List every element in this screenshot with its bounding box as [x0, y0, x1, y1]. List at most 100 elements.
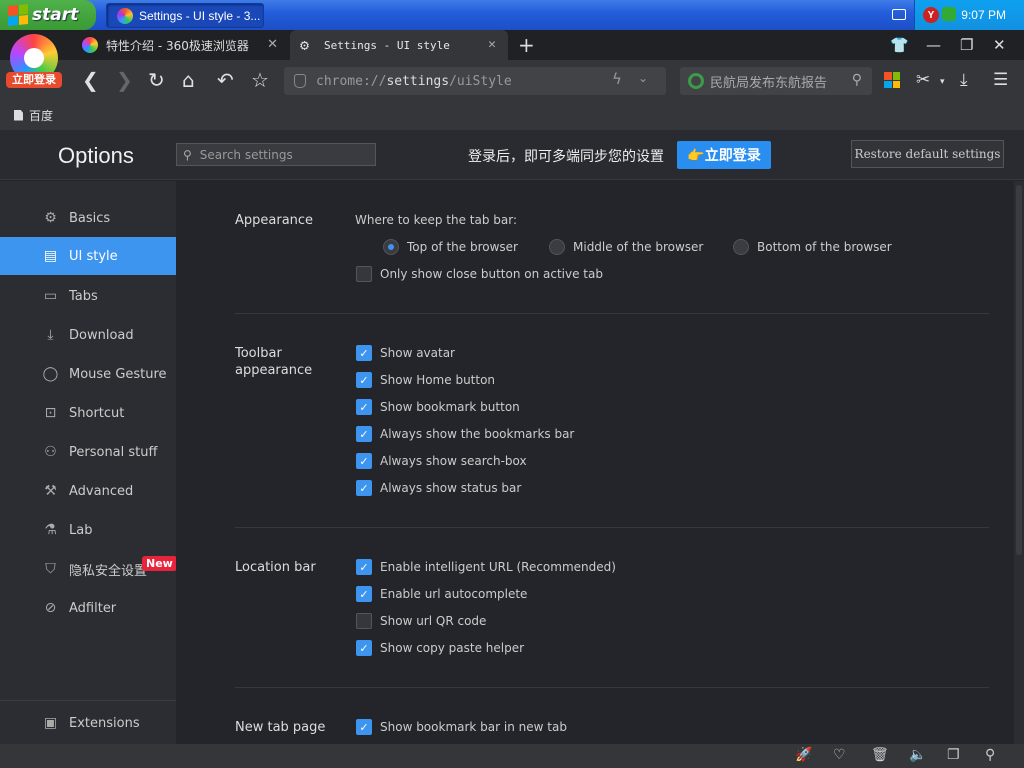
sidebar-item-shortcut[interactable]: ⊡ Shortcut [0, 394, 176, 432]
shortcut-icon: ⊡ [44, 405, 57, 421]
home-icon[interactable]: ⌂ [182, 68, 195, 92]
option-show-home-button[interactable]: ✓ Show Home button [356, 372, 495, 388]
option-close-button-active-tab[interactable]: Only show close button on active tab [356, 266, 603, 282]
login-button[interactable]: 👉立即登录 [677, 141, 771, 169]
address-bar[interactable]: chrome://settings/uiStyle [284, 67, 666, 95]
tray-network-icon[interactable] [942, 7, 956, 21]
heart-rate-icon[interactable]: ♡ [833, 747, 846, 763]
rocket-icon[interactable]: 🚀 [795, 747, 812, 763]
download-icon[interactable]: ⤓ [960, 70, 968, 90]
mouse-icon: ◯ [42, 366, 59, 382]
sidebar-item-adfilter[interactable]: ⊘ Adfilter [0, 589, 176, 627]
sidebar-item-ui-style[interactable]: ▤ UI style [0, 237, 176, 275]
checkbox[interactable]: ✓ [356, 372, 372, 388]
radio-tabbar-top[interactable]: Top of the browser [383, 239, 518, 255]
taskbar-window-button[interactable]: Settings - UI style - 3... [106, 3, 264, 28]
user-avatar[interactable]: 立即登录 [6, 34, 62, 90]
close-tab-icon[interactable]: ✕ [488, 37, 496, 52]
option-url-autocomplete[interactable]: ✓ Enable url autocomplete [356, 586, 527, 602]
option-show-avatar[interactable]: ✓ Show avatar [356, 345, 455, 361]
close-window-icon[interactable]: ✕ [993, 36, 1006, 54]
section-title-location-bar: Location bar [235, 560, 316, 575]
browser-logo-icon [82, 37, 98, 53]
back-icon[interactable]: ❮ [82, 68, 99, 92]
lightning-icon[interactable]: ϟ [612, 70, 622, 88]
sidebar-item-privacy[interactable]: ⛉ 隐私安全设置 New [0, 550, 177, 588]
window-icon[interactable]: ❐ [947, 747, 960, 763]
skin-icon[interactable]: 👕 [890, 36, 909, 54]
restore-icon[interactable]: ❐ [960, 36, 973, 54]
undo-icon[interactable]: ↶ [217, 68, 234, 92]
checkbox[interactable]: ✓ [356, 640, 372, 656]
option-show-bookmarks-bar[interactable]: ✓ Always show the bookmarks bar [356, 426, 574, 442]
section-divider [235, 527, 989, 528]
checkbox-label: Show url QR code [380, 614, 487, 628]
flask-icon: ⚗ [44, 522, 57, 538]
option-show-search-box[interactable]: ✓ Always show search-box [356, 453, 527, 469]
option-copy-paste-helper[interactable]: ✓ Show copy paste helper [356, 640, 524, 656]
radio-tabbar-middle[interactable]: Middle of the browser [549, 239, 703, 255]
sidebar-item-label: Personal stuff [69, 444, 158, 460]
gear-icon: ⚙ [44, 210, 57, 226]
sidebar-item-basics[interactable]: ⚙ Basics [0, 199, 176, 237]
trash-icon[interactable]: 🗑 [871, 747, 889, 763]
radio-button[interactable] [383, 239, 399, 255]
close-tab-icon[interactable]: ✕ [267, 37, 278, 52]
checkbox[interactable]: ✓ [356, 399, 372, 415]
radio-tabbar-bottom[interactable]: Bottom of the browser [733, 239, 892, 255]
checkbox[interactable]: ✓ [356, 586, 372, 602]
search-box[interactable]: 民航局发布东航报告 ⚲ [680, 67, 872, 95]
sidebar-item-extensions[interactable]: ▣ Extensions [0, 704, 176, 742]
option-intelligent-url[interactable]: ✓ Enable intelligent URL (Recommended) [356, 559, 616, 575]
settings-search-input[interactable]: ⚲ Search settings [176, 143, 376, 166]
sidebar-item-lab[interactable]: ⚗ Lab [0, 511, 176, 549]
checkbox[interactable]: ✓ [356, 345, 372, 361]
radio-button[interactable] [549, 239, 565, 255]
bookmark-baidu[interactable]: 百度 [29, 107, 53, 124]
speaker-icon[interactable]: 🔈 [909, 747, 926, 763]
search-icon[interactable]: ⚲ [852, 72, 862, 88]
section-title-appearance: Appearance [235, 213, 314, 228]
content-scrollbar[interactable] [1014, 181, 1024, 744]
caret-down-icon[interactable]: ▾ [940, 77, 945, 87]
checkbox[interactable]: ✓ [356, 719, 372, 735]
keyboard-icon[interactable] [892, 9, 906, 20]
sidebar-item-personal-stuff[interactable]: ⚇ Personal stuff [0, 433, 176, 471]
option-bookmark-bar-new-tab[interactable]: ✓ Show bookmark bar in new tab [356, 719, 567, 735]
start-button[interactable]: start [0, 0, 96, 30]
tab-features[interactable]: 特性介绍 - 360极速浏览器 ✕ [72, 30, 290, 60]
apps-icon[interactable] [884, 72, 900, 88]
forward-icon[interactable]: ❯ [116, 68, 133, 92]
radio-button[interactable] [733, 239, 749, 255]
new-tab-button[interactable]: + [518, 33, 535, 57]
scissors-icon[interactable]: ✂ [916, 70, 930, 90]
window-icon: ▤ [43, 248, 58, 264]
menu-icon[interactable]: ☰ [993, 70, 1008, 90]
checkbox[interactable] [356, 266, 372, 282]
gear-icon: ⚙ [300, 36, 310, 54]
sidebar-item-mouse-gesture[interactable]: ◯ Mouse Gesture [0, 355, 176, 393]
scrollbar-thumb[interactable] [1016, 185, 1022, 555]
checkbox[interactable] [356, 613, 372, 629]
restore-defaults-button[interactable]: Restore default settings [851, 140, 1004, 168]
reload-icon[interactable]: ↻ [148, 68, 165, 92]
chevron-down-icon[interactable]: ⌄ [638, 71, 648, 85]
tray-app-icon[interactable]: Y [923, 7, 939, 23]
sidebar-divider [0, 700, 176, 701]
checkbox[interactable]: ✓ [356, 426, 372, 442]
zoom-icon[interactable]: ⚲ [985, 747, 995, 763]
checkbox[interactable]: ✓ [356, 453, 372, 469]
sidebar-item-advanced[interactable]: ⚒ Advanced [0, 472, 176, 510]
avatar-login-badge[interactable]: 立即登录 [6, 72, 62, 88]
option-show-status-bar[interactable]: ✓ Always show status bar [356, 480, 521, 496]
option-url-qr-code[interactable]: Show url QR code [356, 613, 486, 629]
sidebar-item-download[interactable]: ⤓ Download [0, 316, 176, 354]
tab-settings[interactable]: ⚙ Settings - UI style ✕ [290, 30, 508, 60]
checkbox[interactable]: ✓ [356, 480, 372, 496]
minimize-icon[interactable]: — [926, 36, 941, 54]
bookmark-star-icon[interactable]: ☆ [251, 68, 269, 92]
option-show-bookmark-button[interactable]: ✓ Show bookmark button [356, 399, 520, 415]
extensions-icon: ▣ [43, 715, 58, 731]
sidebar-item-tabs[interactable]: ▭ Tabs [0, 277, 176, 315]
checkbox[interactable]: ✓ [356, 559, 372, 575]
